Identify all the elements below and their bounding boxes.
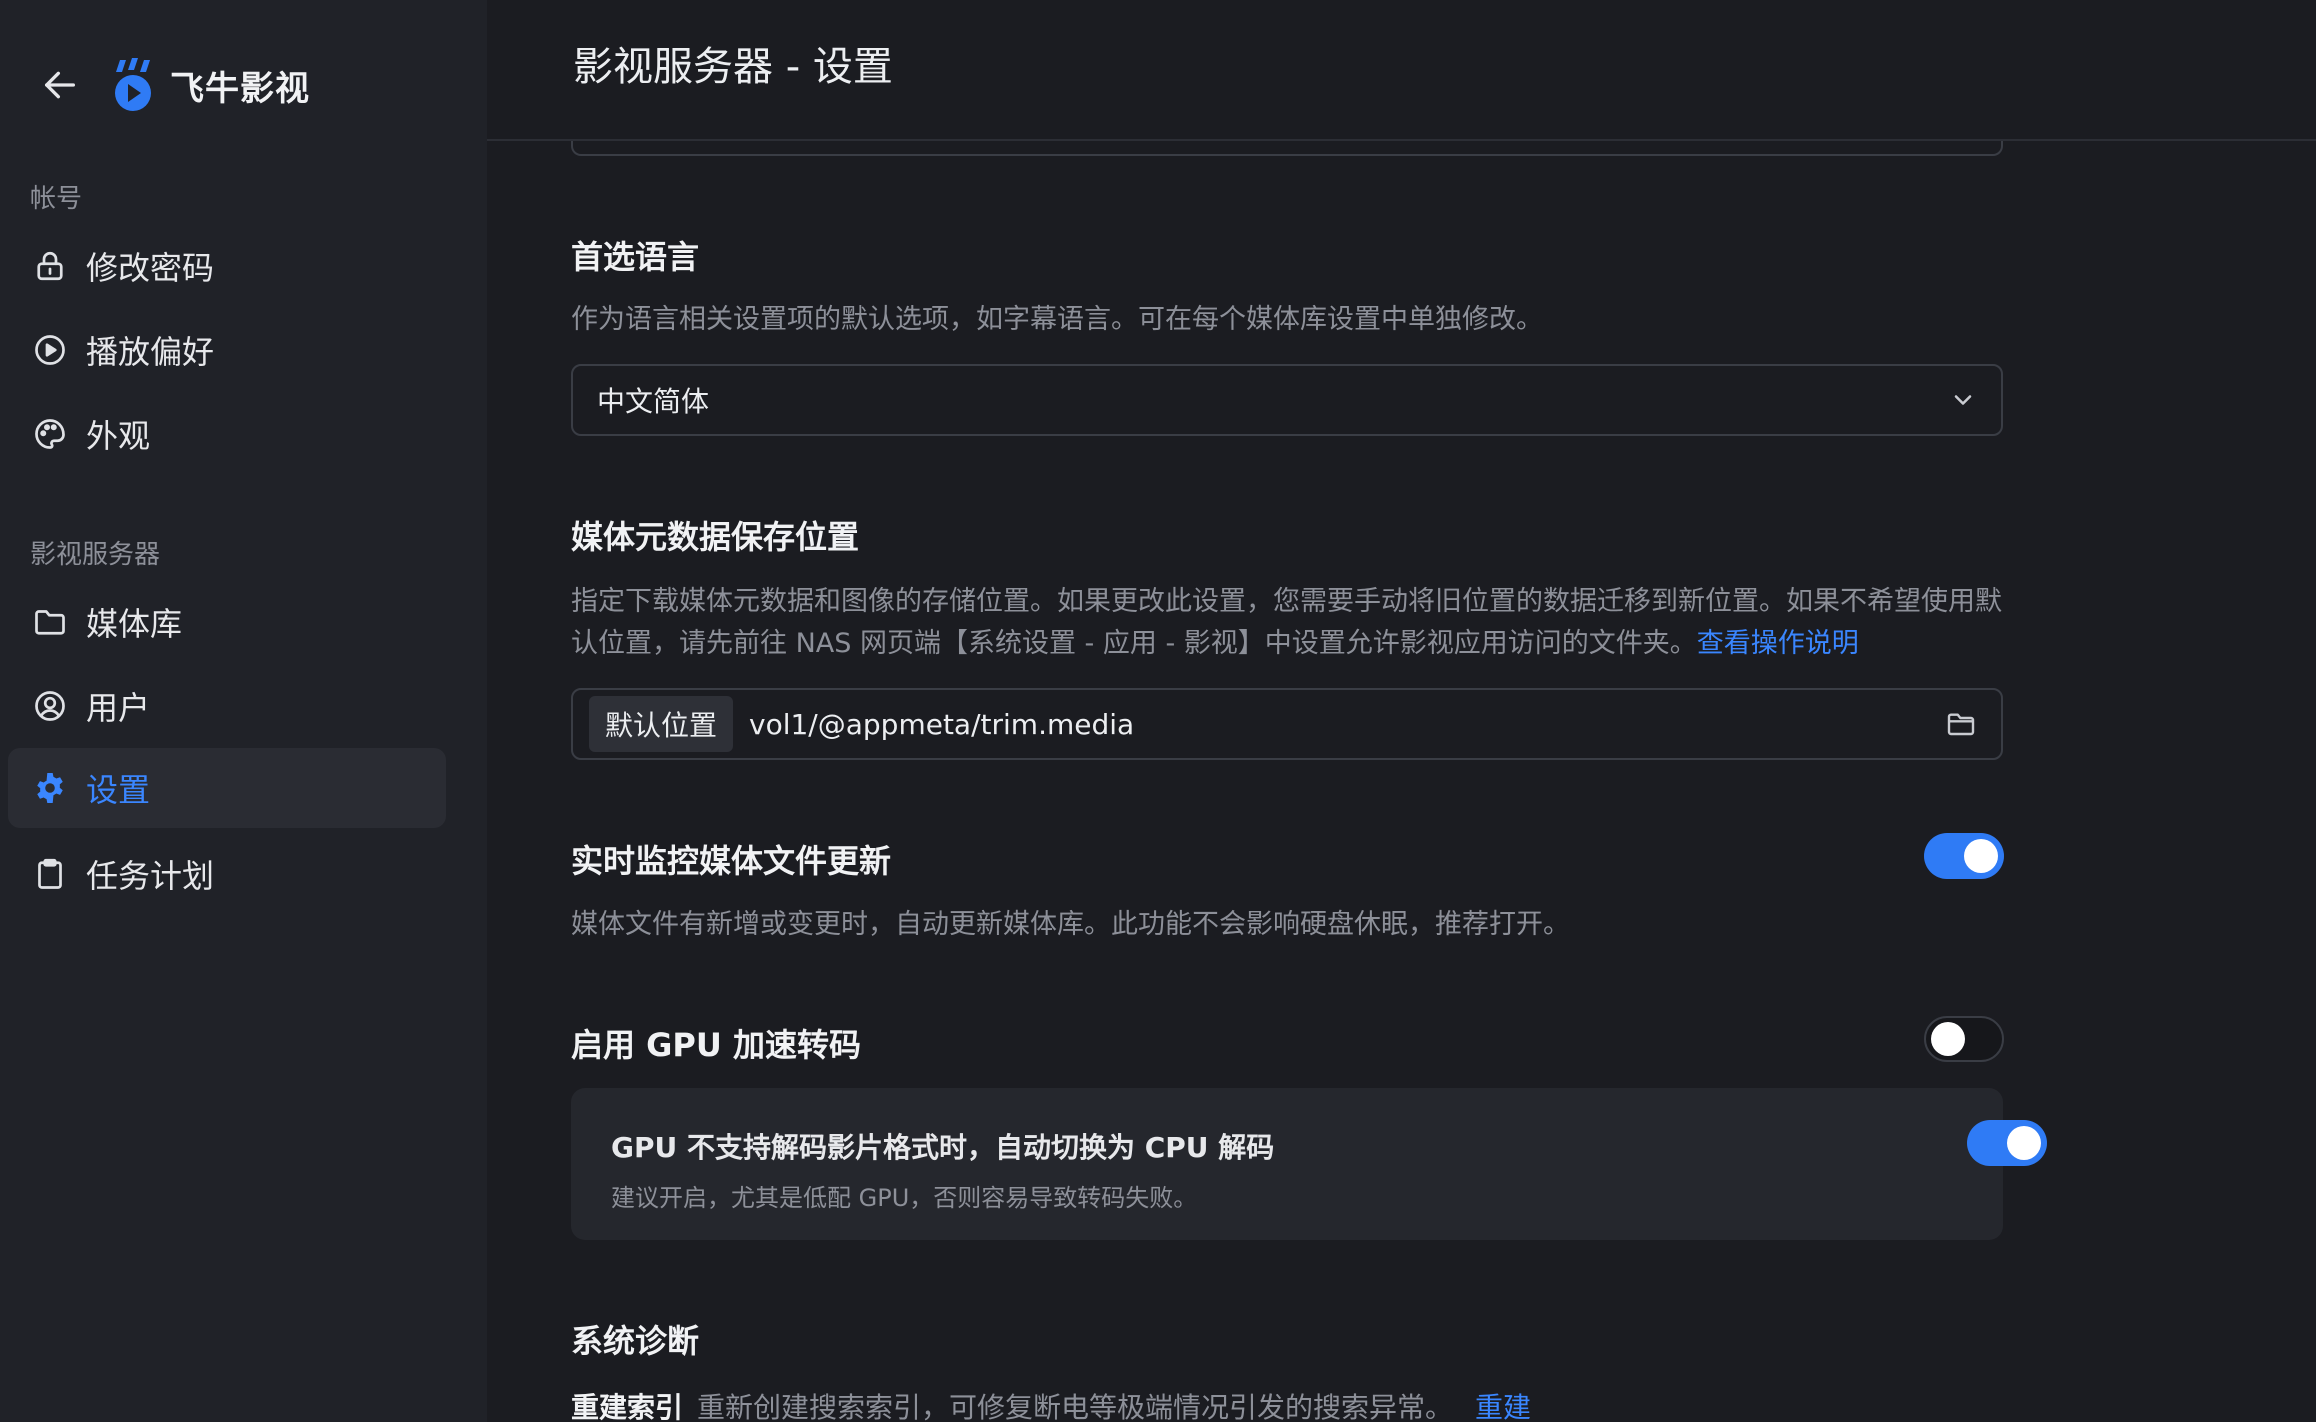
sidebar-item-label: 修改密码	[86, 249, 215, 287]
sidebar-item-scheduled-tasks[interactable]: 任务计划	[8, 834, 446, 914]
app-logo-icon	[108, 56, 158, 114]
language-title: 首选语言	[571, 238, 700, 276]
path-tag: 默认位置	[589, 696, 734, 752]
gpu-toggle[interactable]	[1924, 1016, 2004, 1062]
sidebar-item-users[interactable]: 用户	[8, 666, 446, 746]
brand: 飞牛影视	[38, 52, 310, 118]
folder-icon	[32, 602, 86, 642]
palette-icon	[32, 414, 86, 454]
lock-icon	[32, 246, 86, 286]
monitor-description: 媒体文件有新增或变更时，自动更新媒体库。此功能不会影响硬盘休眠，推荐打开。	[571, 909, 1570, 940]
user-circle-icon	[32, 686, 86, 726]
chevron-down-icon	[1949, 386, 1977, 414]
diagnostics-title: 系统诊断	[571, 1322, 700, 1360]
metadata-path-field[interactable]: 默认位置 vol1/@appmeta/trim.media	[571, 688, 2003, 760]
page-header: 影视服务器 - 设置	[487, 0, 2316, 141]
toggle-knob	[1964, 839, 1998, 873]
metadata-title: 媒体元数据保存位置	[571, 518, 860, 556]
app-name: 飞牛影视	[170, 68, 310, 109]
language-description: 作为语言相关设置项的默认选项，如字幕语言。可在每个媒体库设置中单独修改。	[571, 304, 1543, 335]
gpu-fallback-title: GPU 不支持解码影片格式时，自动切换为 CPU 解码	[611, 1131, 1275, 1164]
main-content: 影视服务器 - 设置 首选语言 作为语言相关设置项的默认选项，如字幕语言。可在每…	[487, 0, 2316, 1422]
metadata-description: 指定下载媒体元数据和图像的存储位置。如果更改此设置，您需要手动将旧位置的数据迁移…	[571, 581, 2011, 665]
sidebar-item-playback-preferences[interactable]: 播放偏好	[8, 310, 446, 390]
sidebar-item-label: 用户	[86, 689, 151, 727]
sidebar-item-label: 设置	[86, 771, 151, 809]
page-title: 影视服务器 - 设置	[573, 44, 893, 90]
gpu-fallback-card: GPU 不支持解码影片格式时，自动切换为 CPU 解码 建议开启，尤其是低配 G…	[571, 1088, 2047, 1240]
monitor-title: 实时监控媒体文件更新	[571, 842, 892, 880]
path-value: vol1/@appmeta/trim.media	[749, 707, 1135, 741]
section-label-account: 帐号	[30, 184, 83, 214]
sidebar-item-label: 播放偏好	[86, 333, 215, 371]
section-label-server: 影视服务器	[30, 540, 161, 570]
rebuild-index-button[interactable]: 重建	[1475, 1391, 1531, 1422]
clipboard-icon	[32, 854, 86, 894]
language-select[interactable]: 中文简体	[571, 364, 2003, 436]
instructions-link[interactable]: 查看操作说明	[1697, 628, 1859, 659]
sidebar-item-label: 外观	[86, 417, 151, 455]
play-circle-icon	[32, 330, 86, 370]
toggle-knob	[2007, 1126, 2041, 1160]
gpu-title: 启用 GPU 加速转码	[571, 1026, 861, 1064]
toggle-knob	[1931, 1022, 1965, 1056]
monitor-toggle[interactable]	[1924, 833, 2004, 879]
sidebar-item-change-password[interactable]: 修改密码	[8, 226, 446, 306]
gear-icon	[32, 768, 86, 808]
sidebar-item-label: 媒体库	[86, 605, 183, 643]
arrow-left-icon[interactable]	[38, 63, 82, 107]
gpu-fallback-toggle[interactable]	[1967, 1120, 2047, 1166]
folder-icon[interactable]	[1937, 700, 1985, 748]
gpu-fallback-description: 建议开启，尤其是低配 GPU，否则容易导致转码失败。	[611, 1184, 1198, 1212]
rebuild-index-row: 重建索引 重新创建搜索索引，可修复断电等极端情况引发的搜索异常。 重建	[571, 1386, 1531, 1422]
sidebar: 飞牛影视 帐号 修改密码 播放偏好 外观 影视服务器 媒体库 用户 设置 任务计…	[0, 0, 487, 1422]
sidebar-item-appearance[interactable]: 外观	[8, 394, 446, 474]
sidebar-item-label: 任务计划	[86, 857, 215, 895]
rebuild-index-label: 重建索引	[571, 1391, 684, 1422]
rebuild-index-description: 重新创建搜索索引，可修复断电等极端情况引发的搜索异常。	[697, 1391, 1454, 1422]
sidebar-item-media-library[interactable]: 媒体库	[8, 582, 446, 662]
sidebar-item-settings[interactable]: 设置	[8, 748, 446, 828]
language-select-value: 中文简体	[597, 385, 710, 418]
